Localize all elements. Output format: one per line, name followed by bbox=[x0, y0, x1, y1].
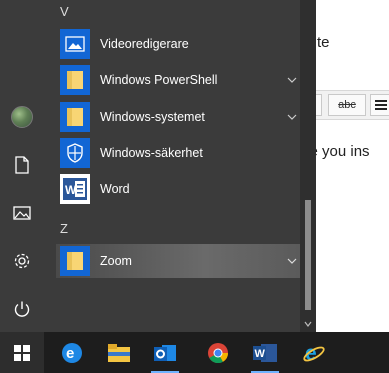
word-icon: W bbox=[253, 343, 277, 362]
app-windows-sakerhet[interactable]: Windows-säkerhet bbox=[56, 136, 304, 170]
documents-icon bbox=[15, 156, 29, 174]
app-label: Videoredigerare bbox=[100, 37, 189, 51]
settings-icon bbox=[14, 253, 30, 269]
shield-icon bbox=[60, 138, 90, 168]
internet-explorer-taskbar-button[interactable]: e bbox=[292, 332, 336, 373]
app-label: Windows PowerShell bbox=[100, 73, 218, 87]
windows-logo-icon bbox=[14, 344, 30, 361]
power-icon bbox=[14, 301, 30, 317]
chevron-down-icon[interactable] bbox=[284, 72, 300, 88]
video-editor-icon bbox=[60, 29, 90, 59]
svg-text:W: W bbox=[255, 348, 266, 360]
svg-text:e: e bbox=[66, 345, 74, 362]
user-avatar bbox=[11, 106, 33, 128]
app-list-scrollbar[interactable] bbox=[300, 0, 316, 332]
file-explorer-icon bbox=[108, 343, 130, 362]
svg-text:W: W bbox=[65, 183, 77, 197]
app-videoredigerare[interactable]: Videoredigerare bbox=[56, 27, 304, 61]
word-taskbar-button[interactable]: W bbox=[243, 332, 287, 373]
chevron-down-icon[interactable] bbox=[284, 253, 300, 269]
align-icon bbox=[374, 100, 387, 110]
settings-button[interactable] bbox=[6, 245, 38, 277]
chevron-down-icon[interactable] bbox=[284, 109, 300, 125]
documents-button[interactable] bbox=[6, 149, 38, 181]
document-text-line: te bbox=[317, 34, 330, 51]
edge-taskbar-button[interactable]: e bbox=[50, 332, 94, 373]
app-list: V Videoredigerare Windows PowerShell Win… bbox=[44, 0, 304, 332]
power-button[interactable] bbox=[6, 293, 38, 325]
start-menu-rail bbox=[0, 0, 44, 332]
pictures-button[interactable] bbox=[6, 197, 38, 229]
word-icon: W bbox=[60, 174, 90, 204]
app-windows-powershell[interactable]: Windows PowerShell bbox=[56, 63, 304, 97]
pictures-icon bbox=[13, 206, 31, 220]
app-label: Windows-säkerhet bbox=[100, 146, 203, 160]
app-label: Windows-systemet bbox=[100, 110, 205, 124]
section-letter-v[interactable]: V bbox=[60, 4, 69, 19]
folder-icon bbox=[60, 246, 90, 276]
app-word[interactable]: W Word bbox=[56, 172, 304, 206]
chrome-icon bbox=[208, 342, 229, 363]
internet-explorer-icon: e bbox=[303, 342, 325, 364]
outlook-taskbar-button[interactable] bbox=[143, 332, 187, 373]
app-label: Zoom bbox=[100, 254, 132, 268]
edge-icon: e bbox=[62, 342, 82, 363]
user-account-button[interactable] bbox=[6, 101, 38, 133]
folder-icon bbox=[60, 102, 90, 132]
scrollbar-thumb[interactable] bbox=[305, 200, 311, 310]
app-zoom[interactable]: Zoom bbox=[56, 244, 304, 278]
file-explorer-taskbar-button[interactable] bbox=[97, 332, 141, 373]
start-button[interactable] bbox=[0, 332, 44, 373]
strikethrough-button[interactable]: abc bbox=[328, 94, 366, 116]
folder-icon bbox=[60, 65, 90, 95]
scroll-down-icon[interactable] bbox=[304, 320, 312, 328]
outlook-icon bbox=[154, 344, 176, 361]
align-button[interactable] bbox=[370, 94, 389, 116]
app-windows-systemet[interactable]: Windows-systemet bbox=[56, 100, 304, 134]
taskbar: e W e bbox=[0, 332, 389, 373]
app-label: Word bbox=[100, 182, 130, 196]
section-letter-z[interactable]: Z bbox=[60, 221, 68, 236]
chrome-taskbar-button[interactable] bbox=[196, 332, 240, 373]
start-menu: V Videoredigerare Windows PowerShell Win… bbox=[0, 0, 316, 332]
